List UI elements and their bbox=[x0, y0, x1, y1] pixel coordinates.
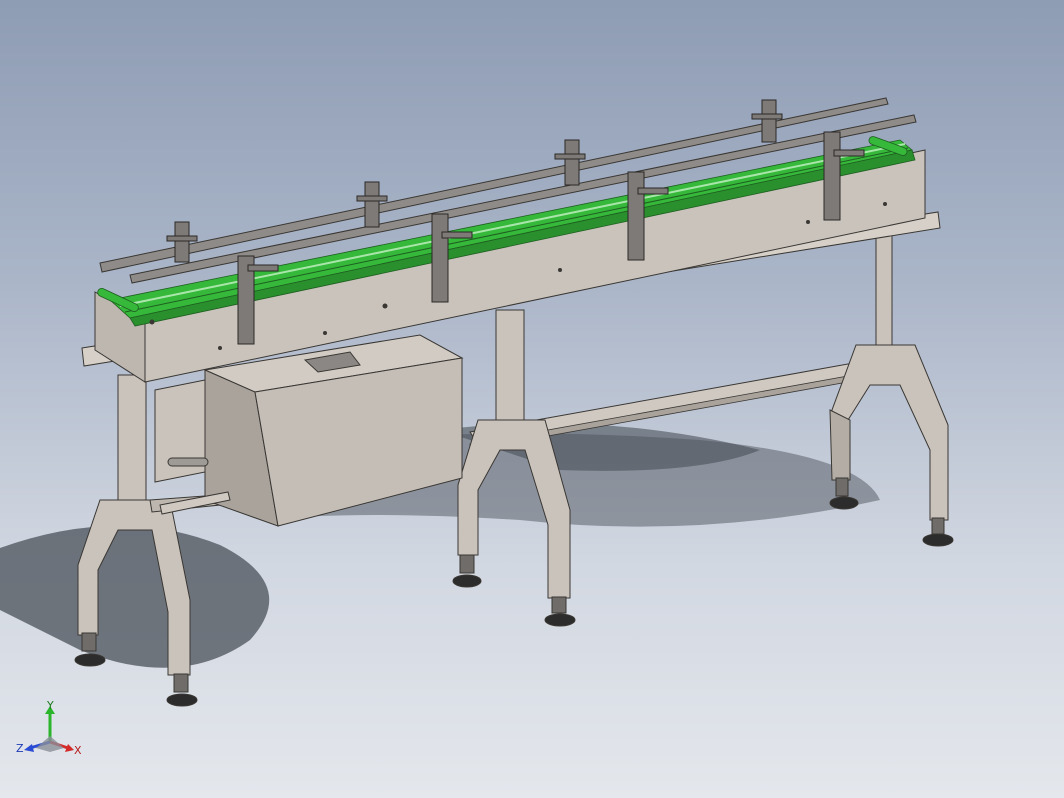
graphics-viewport[interactable]: Y X Z bbox=[0, 0, 1064, 798]
conveyor-model-view[interactable] bbox=[0, 0, 1064, 798]
leg-right-rear[interactable] bbox=[829, 227, 954, 547]
triad-y-label: Y bbox=[46, 700, 54, 712]
coordinate-triad[interactable]: Y X Z bbox=[14, 700, 84, 764]
triad-z-label: Z bbox=[16, 742, 24, 755]
triad-x-label: X bbox=[74, 744, 82, 757]
